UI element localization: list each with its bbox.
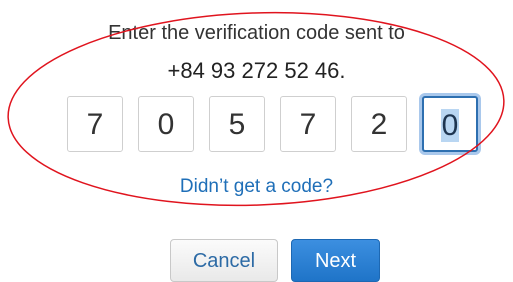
code-digit-6-value: 0 [440,109,460,142]
code-digit-3[interactable]: 5 [209,96,265,152]
code-digit-4[interactable]: 7 [280,96,336,152]
next-button[interactable]: Next [291,239,380,282]
resend-code-link[interactable]: Didn’t get a code? [0,176,513,198]
code-digit-2[interactable]: 0 [138,96,194,152]
code-digit-1[interactable]: 7 [67,96,123,152]
phone-number: +84 93 272 52 46. [167,58,346,83]
cancel-button[interactable]: Cancel [170,239,278,282]
verification-prompt: Enter the verification code sent to [108,22,405,44]
code-digit-5[interactable]: 2 [351,96,407,152]
verification-dialog: Enter the verification code sent to +84 … [0,0,513,282]
code-digit-6[interactable]: 0 [422,96,478,152]
code-input-row: 7 0 5 7 2 0 [67,96,483,154]
